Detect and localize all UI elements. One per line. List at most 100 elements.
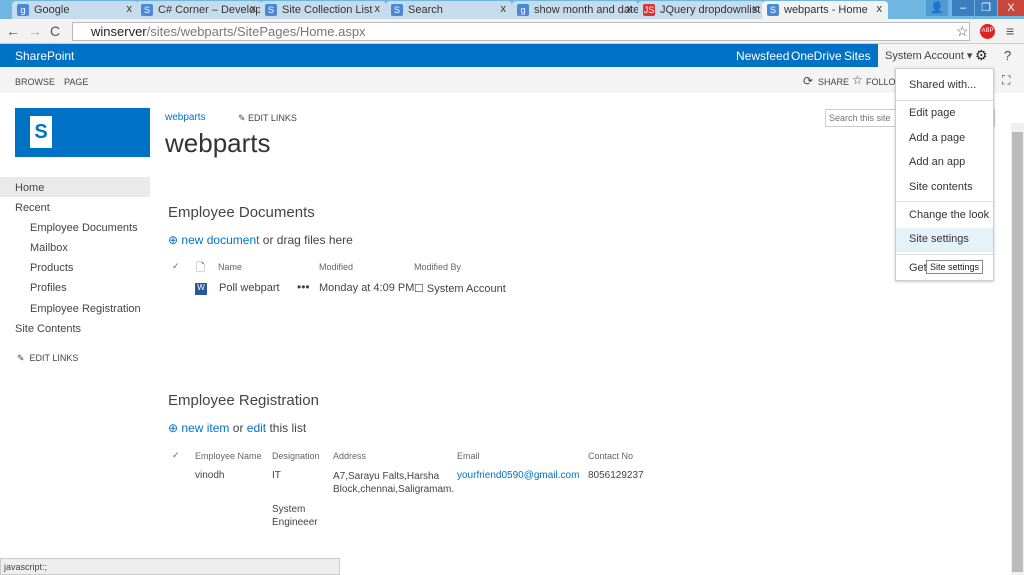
col-address[interactable]: Address [333,451,366,461]
user-icon[interactable]: 👤 [926,0,948,16]
brand[interactable]: SharePoint [15,49,74,63]
tab-title: Google [34,4,70,16]
col-contact[interactable]: Contact No [588,451,633,461]
close-tab-icon[interactable]: x [501,3,507,15]
plus-icon: ⊕ [168,233,179,247]
menu-site-contents[interactable]: Site contents [896,176,993,200]
close-tab-icon[interactable]: x [877,3,883,15]
onedrive-link[interactable]: OneDrive [791,49,842,63]
modified-by-name: System Account [426,283,506,295]
tab-title: webparts - Home [784,4,868,16]
suite-bar: SharePoint Newsfeed OneDrive Sites Syste… [0,44,1024,67]
col-email[interactable]: Email [457,451,480,461]
browser-tab[interactable]: g show month and date x [512,1,638,19]
ribbon: BROWSE PAGE ⟳ SHARE ☆ FOLLOW ⛶ [0,67,1024,93]
help-icon[interactable]: ? [1004,48,1011,63]
close-window-button[interactable]: X [998,0,1024,16]
gear-icon[interactable]: ⚙ [975,47,988,64]
tab-page[interactable]: PAGE [64,77,88,87]
edit-links-label: EDIT LINKS [248,113,297,123]
reload-icon[interactable]: C [50,23,60,39]
menu-icon[interactable]: ≡ [1006,23,1014,39]
star-icon[interactable]: ☆ [956,23,969,40]
focus-icon[interactable]: ⛶ [1002,73,1010,88]
url-host: winserver [91,24,147,39]
sites-link[interactable]: Sites [844,49,871,63]
follow-icon: ☆ [852,73,863,87]
breadcrumb[interactable]: webparts [165,112,206,123]
close-tab-icon[interactable]: x [627,3,633,15]
col-name[interactable]: Name [218,262,242,272]
browser-tab[interactable]: S C# Corner – Develope x [136,1,262,19]
scrollbar[interactable] [1011,123,1024,575]
emp-designation: IT [272,470,281,481]
doc-name[interactable]: Poll webpart [219,282,280,294]
maximize-button[interactable]: ❐ [975,0,997,16]
tab-browse[interactable]: BROWSE [15,77,55,87]
browser-tab[interactable]: S Search x [386,1,512,19]
menu-add-app[interactable]: Add an app [896,151,993,175]
new-document: ⊕ new document or drag files here [168,233,353,247]
google-icon: g [517,4,529,16]
browser-tab[interactable]: S Site Collection List x [260,1,386,19]
check-icon[interactable]: ✓ [172,450,180,461]
forward-icon[interactable]: → [28,23,42,39]
nav-products[interactable]: Products [30,262,73,274]
address-bar: ← → C winserver/sites/webparts/SitePages… [0,19,1024,44]
emp-email[interactable]: yourfriend0590@gmail.com [457,470,579,481]
docs-title[interactable]: Employee Documents [168,204,315,221]
url-input[interactable]: winserver/sites/webparts/SitePages/Home.… [72,22,970,41]
col-modified[interactable]: Modified [319,262,353,272]
emp-designation-2: System Engineeer [272,504,318,528]
new-item-link[interactable]: new item [181,421,229,435]
close-tab-icon[interactable]: x [127,3,133,15]
emp-address: A7,Sarayu Falts,Harsha Block,chennai,Sal… [333,471,455,495]
share-button[interactable]: SHARE [818,77,849,87]
menu-edit-page[interactable]: Edit page [896,102,993,126]
edit-links-left[interactable]: ✎ EDIT LINKS [17,353,78,364]
nav-home[interactable]: Home [15,182,44,194]
google-icon: g [17,4,29,16]
minimize-button[interactable]: – [952,0,974,16]
menu-site-settings[interactable]: Site settings [896,228,993,252]
doc-modified-by[interactable]: ☐ System Account [414,282,506,295]
newsfeed-link[interactable]: Newsfeed [736,49,789,63]
nav-profiles[interactable]: Profiles [30,282,67,294]
menu-add-page[interactable]: Add a page [896,127,993,151]
browser-tab[interactable]: Swebparts - Home x [762,1,888,19]
adblock-icon[interactable]: ABP [980,24,995,39]
emp-name[interactable]: vinodh [195,470,224,481]
site-logo[interactable]: S [15,108,150,157]
edit-list-link[interactable]: edit [247,421,266,435]
back-icon[interactable]: ← [6,23,20,39]
word-doc-icon: W [195,283,207,295]
user-menu[interactable]: System Account ▾ [885,49,972,62]
nav-mailbox[interactable]: Mailbox [30,242,68,254]
share-icon: ⟳ [803,74,814,88]
close-tab-icon[interactable]: x [753,3,759,15]
close-tab-icon[interactable]: x [251,3,257,15]
nav-site-contents[interactable]: Site Contents [15,323,81,335]
menu-shared-with[interactable]: Shared with... [896,74,993,98]
nav-employee-documents[interactable]: Employee Documents [30,222,138,234]
col-designation[interactable]: Designation [272,451,320,461]
reg-title[interactable]: Employee Registration [168,392,319,409]
drag-hint: or drag files here [259,233,353,247]
menu-change-look[interactable]: Change the look [896,204,993,228]
tab-title: Search [408,4,443,16]
js-icon: JS [643,4,655,16]
doc-modified: Monday at 4:09 PM [319,282,415,294]
edit-links-top[interactable]: ✎ EDIT LINKS [238,113,297,124]
nav-recent[interactable]: Recent [15,202,50,214]
browser-tab[interactable]: JS JQuery dropdownlist x [638,1,764,19]
col-modified-by[interactable]: Modified By [414,262,461,272]
close-tab-icon[interactable]: x [375,3,381,15]
tab-title: JQuery dropdownlist [660,4,761,16]
status-bar: javascript:; [0,558,340,575]
ellipsis-icon[interactable]: ••• [297,280,310,294]
new-document-link[interactable]: new document [181,233,259,247]
col-employee-name[interactable]: Employee Name [195,451,262,461]
check-icon[interactable]: ✓ [172,261,180,272]
nav-employee-registration[interactable]: Employee Registration [30,303,141,315]
browser-tab[interactable]: g Google x [12,1,138,19]
